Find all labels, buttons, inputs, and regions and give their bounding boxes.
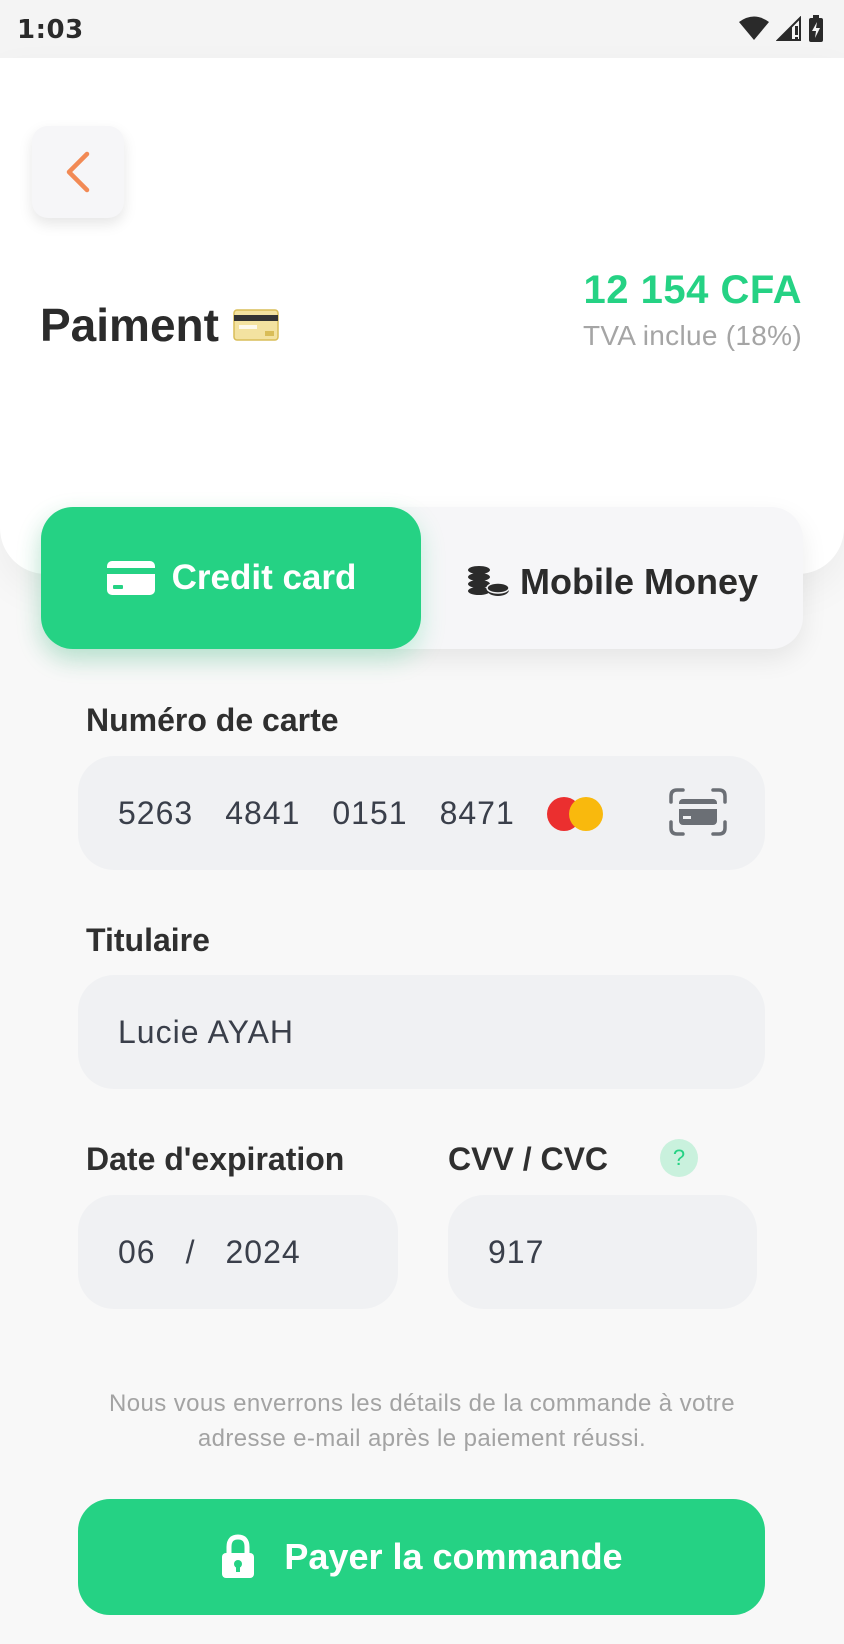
- cvv-field[interactable]: 917: [448, 1195, 757, 1309]
- tab-credit-card-label: Credit card: [171, 558, 357, 597]
- card-number-group: 0151: [332, 794, 408, 831]
- card-number-label: Numéro de carte: [86, 702, 339, 738]
- signal-icon: [776, 16, 801, 41]
- expiry-label: Date d'expiration: [86, 1141, 345, 1177]
- lock-icon: [222, 1534, 255, 1578]
- expiry-separator: /: [185, 1233, 196, 1270]
- tax-note: TVA inclue (18%): [582, 320, 802, 351]
- holder-label: Titulaire: [86, 922, 210, 958]
- chevron-left-icon: [66, 151, 90, 193]
- expiry-year: 2024: [225, 1233, 301, 1270]
- payment-method-tabs: Credit card Mobile Money: [41, 507, 803, 649]
- cvv-label: CVV / CVC: [448, 1141, 609, 1177]
- total-amount: 12 154 CFA: [583, 268, 802, 312]
- battery-charging-icon: [809, 15, 823, 42]
- holder-field[interactable]: Lucie AYAH: [78, 975, 765, 1089]
- holder-value: Lucie AYAH: [118, 1013, 295, 1050]
- pay-order-label: Payer la commande: [284, 1536, 623, 1577]
- expiry-field[interactable]: 06 / 2024: [78, 1195, 398, 1309]
- page-title: Paiment: [40, 298, 279, 352]
- status-bar: 1:03: [0, 0, 844, 58]
- email-notice: Nous vous enverrons les détails de la co…: [109, 1390, 735, 1452]
- card-number-group: 4841: [225, 794, 301, 831]
- card-number-value: 5263 4841 0151 8471: [118, 795, 515, 832]
- scan-card-icon[interactable]: [669, 788, 727, 836]
- payment-screen: 1:03 Paiment 12 154 CFA TVA inclue (18%)…: [0, 0, 844, 1644]
- tab-mobile-money-label: Mobile Money: [519, 561, 758, 602]
- status-time: 1:03: [17, 15, 84, 45]
- mastercard-logo-icon: [547, 797, 603, 831]
- expiry-month: 06: [118, 1233, 156, 1270]
- status-icons: [738, 15, 824, 43]
- pay-order-button[interactable]: Payer la commande: [78, 1499, 765, 1615]
- coins-icon: [467, 566, 510, 596]
- wifi-icon: [739, 16, 769, 40]
- credit-card-icon: [106, 561, 155, 595]
- card-number-field[interactable]: 5263 4841 0151 8471: [78, 756, 765, 870]
- card-number-group: 8471: [439, 794, 515, 831]
- tab-credit-card[interactable]: Credit card: [41, 507, 421, 649]
- back-button[interactable]: [32, 126, 124, 218]
- page-title-text: Paiment: [40, 299, 219, 351]
- credit-card-emoji-icon: [233, 309, 279, 341]
- card-number-group: 5263: [118, 794, 194, 831]
- cvv-value: 917: [488, 1233, 545, 1270]
- tab-mobile-money[interactable]: Mobile Money: [421, 507, 803, 649]
- cvv-help-icon[interactable]: ?: [660, 1139, 698, 1177]
